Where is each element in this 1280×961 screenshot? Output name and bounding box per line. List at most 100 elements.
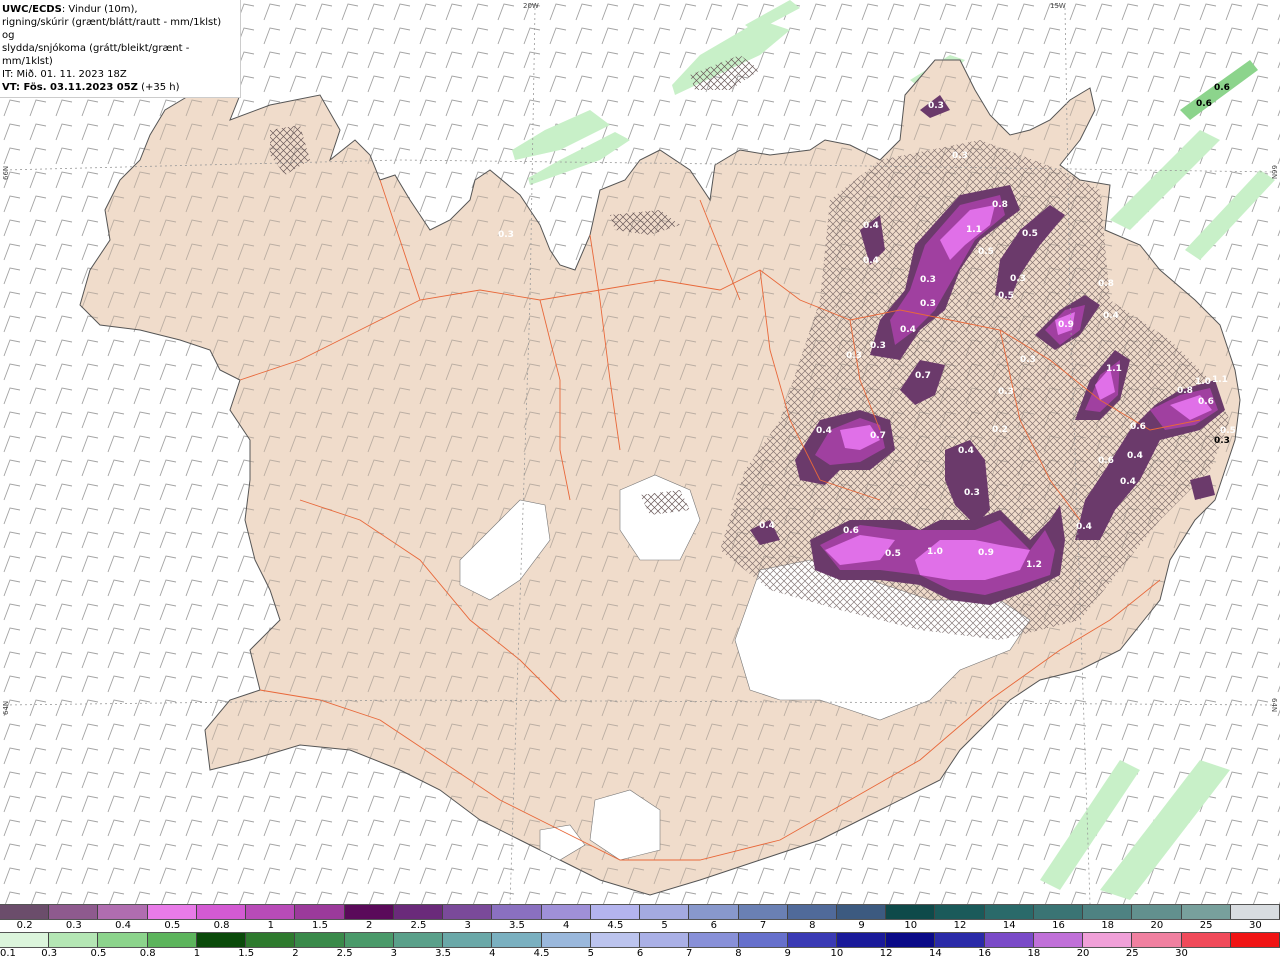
rain_scale-label: 3.5 bbox=[435, 948, 452, 959]
rain_scale-swatch bbox=[836, 933, 887, 947]
rain-swatch-row bbox=[0, 932, 1280, 948]
precip-label: 0.4 bbox=[1120, 477, 1136, 487]
snow-swatch-row bbox=[0, 904, 1280, 920]
snow_scale-swatch bbox=[836, 905, 887, 919]
snow_scale-swatch bbox=[1181, 905, 1231, 919]
rain-color-scale: 0.1 0.3 0.5 0.8 1 1.5 2 2.5 3 3.5 4 4.5 5 6 7 8 9 10 12 14 1… bbox=[0, 932, 1280, 961]
snow_scale-swatch bbox=[492, 905, 542, 919]
snow_scale-swatch bbox=[49, 905, 99, 919]
snow_scale-swatch bbox=[344, 905, 394, 919]
snow_scale-label: 30 bbox=[1249, 920, 1262, 931]
rain_scale-label: 12 bbox=[879, 948, 893, 959]
precip-label: 0.4 bbox=[1076, 522, 1092, 532]
precip-label: 0.9 bbox=[978, 548, 994, 558]
forecast-hour: (+35 h) bbox=[137, 82, 180, 93]
snow_scale-label: 12 bbox=[953, 920, 967, 931]
rain_scale-label: 4 bbox=[489, 948, 496, 959]
precip-label: 1.0 bbox=[927, 547, 943, 557]
rain_scale-label: 9 bbox=[784, 948, 791, 959]
lon-label-15w: 15W bbox=[1050, 2, 1066, 10]
precip-label: 0.3 bbox=[952, 151, 968, 161]
rain_scale-label: 0.5 bbox=[90, 948, 107, 959]
snow_scale-label: 7 bbox=[759, 920, 767, 931]
rain_scale-swatch bbox=[49, 933, 99, 947]
snow_scale-label: 0.8 bbox=[213, 920, 230, 931]
precip-label: 0.3 bbox=[964, 488, 980, 498]
snow_scale-swatch bbox=[541, 905, 591, 919]
rain_scale-label: 1.5 bbox=[238, 948, 255, 959]
rain_scale-swatch bbox=[1230, 933, 1280, 947]
precip-label: 0.3 bbox=[846, 351, 862, 361]
rain_scale-label: 14 bbox=[929, 948, 942, 959]
rain_scale-label: 18 bbox=[1027, 948, 1041, 959]
precip-label: 1.1 bbox=[966, 225, 982, 235]
rain_scale-swatch bbox=[935, 933, 985, 947]
precip-label: 0.4 bbox=[816, 426, 832, 436]
precip-label: 0.6 bbox=[1198, 397, 1214, 407]
weather-map[interactable]: 20W 15W 66N 66N 64N 64N 0.6 0.6 0.3 0.3 … bbox=[0, 0, 1280, 904]
rain_scale-swatch bbox=[689, 933, 739, 947]
snow_scale-label: 0.2 bbox=[16, 920, 33, 931]
lat-label-right-66: 66N bbox=[1270, 165, 1278, 179]
precip-label: 0.4 bbox=[863, 256, 879, 266]
rain_scale-swatch bbox=[98, 933, 148, 947]
snow_scale-label: 2 bbox=[366, 920, 373, 931]
rain_scale-swatch bbox=[590, 933, 641, 947]
precip-label: 0.4 bbox=[1127, 451, 1143, 461]
snow_scale-swatch bbox=[935, 905, 985, 919]
snow_scale-label: 1.5 bbox=[312, 920, 328, 931]
rain_scale-swatch bbox=[246, 933, 296, 947]
rain_scale-label: 2 bbox=[292, 948, 299, 959]
rain_scale-swatch bbox=[541, 933, 591, 947]
snow_scale-label: 2.5 bbox=[410, 920, 427, 931]
rain_scale-label: 0.1 bbox=[0, 948, 16, 959]
snow_scale-label: 4 bbox=[562, 920, 570, 931]
precip-label: 0.3 bbox=[998, 387, 1014, 397]
snow_scale-label: 1 bbox=[267, 920, 274, 931]
rain_scale-swatch bbox=[1083, 933, 1133, 947]
precip-label: 0.5 bbox=[1022, 229, 1038, 239]
rain-scale-labels: 0.1 0.3 0.5 0.8 1 1.5 2 2.5 3 3.5 4 4.5 5 6 7 8 9 10 12 14 1… bbox=[0, 948, 1280, 961]
rain_scale-label: 10 bbox=[830, 948, 844, 959]
rain_scale-label: 30 bbox=[1175, 948, 1188, 959]
rain_scale-swatch bbox=[1132, 933, 1182, 947]
snow_scale-swatch bbox=[393, 905, 444, 919]
rain_scale-swatch bbox=[443, 933, 493, 947]
precip-label: 0.3 bbox=[920, 275, 936, 285]
precip-label: 0.2 bbox=[992, 425, 1008, 435]
valid-time: VT: Fös. 03.11.2023 05Z bbox=[2, 82, 138, 93]
snow_scale-swatch bbox=[1132, 905, 1182, 919]
snow_scale-swatch bbox=[0, 905, 50, 919]
snow_scale-label: 5 bbox=[661, 920, 668, 931]
precip-label: 0.4 bbox=[958, 446, 974, 456]
precip-label: 0.5 bbox=[885, 549, 901, 559]
rain_scale-label: 20 bbox=[1076, 948, 1090, 959]
snow_scale-label: 4.5 bbox=[607, 920, 624, 931]
rain_scale-swatch bbox=[147, 933, 197, 947]
precip-label: 0.8 bbox=[1177, 386, 1193, 396]
snow_scale-swatch bbox=[590, 905, 641, 919]
snow_scale-label: 16 bbox=[1052, 920, 1065, 931]
precip-label: 0.3 bbox=[1020, 355, 1036, 365]
snow_scale-swatch bbox=[98, 905, 148, 919]
rain_scale-label: 4.5 bbox=[533, 948, 550, 959]
rain_scale-label: 0.3 bbox=[41, 948, 58, 959]
rain_scale-label: 7 bbox=[686, 948, 693, 959]
snow_scale-swatch bbox=[1230, 905, 1280, 919]
snow_scale-swatch bbox=[246, 905, 296, 919]
precip-label: 1.1 bbox=[1106, 364, 1122, 374]
rain_scale-swatch bbox=[1181, 933, 1231, 947]
precip-label: 1.0 bbox=[1195, 377, 1211, 387]
snow_scale-label: 6 bbox=[710, 920, 718, 931]
snow_scale-swatch bbox=[984, 905, 1034, 919]
lat-label-left-66: 66N bbox=[2, 166, 10, 180]
precip-label: 1.1 bbox=[1212, 375, 1228, 385]
snow_scale-label: 0.3 bbox=[65, 920, 82, 931]
rain_scale-label: 2.5 bbox=[336, 948, 353, 959]
precip-label: 0.8 bbox=[1098, 279, 1114, 289]
rain_scale-label: 0.8 bbox=[139, 948, 156, 959]
snow_scale-label: 0.5 bbox=[164, 920, 181, 931]
precip-label: 0.3 bbox=[498, 230, 514, 240]
snow_scale-swatch bbox=[147, 905, 197, 919]
rain_scale-swatch bbox=[738, 933, 788, 947]
